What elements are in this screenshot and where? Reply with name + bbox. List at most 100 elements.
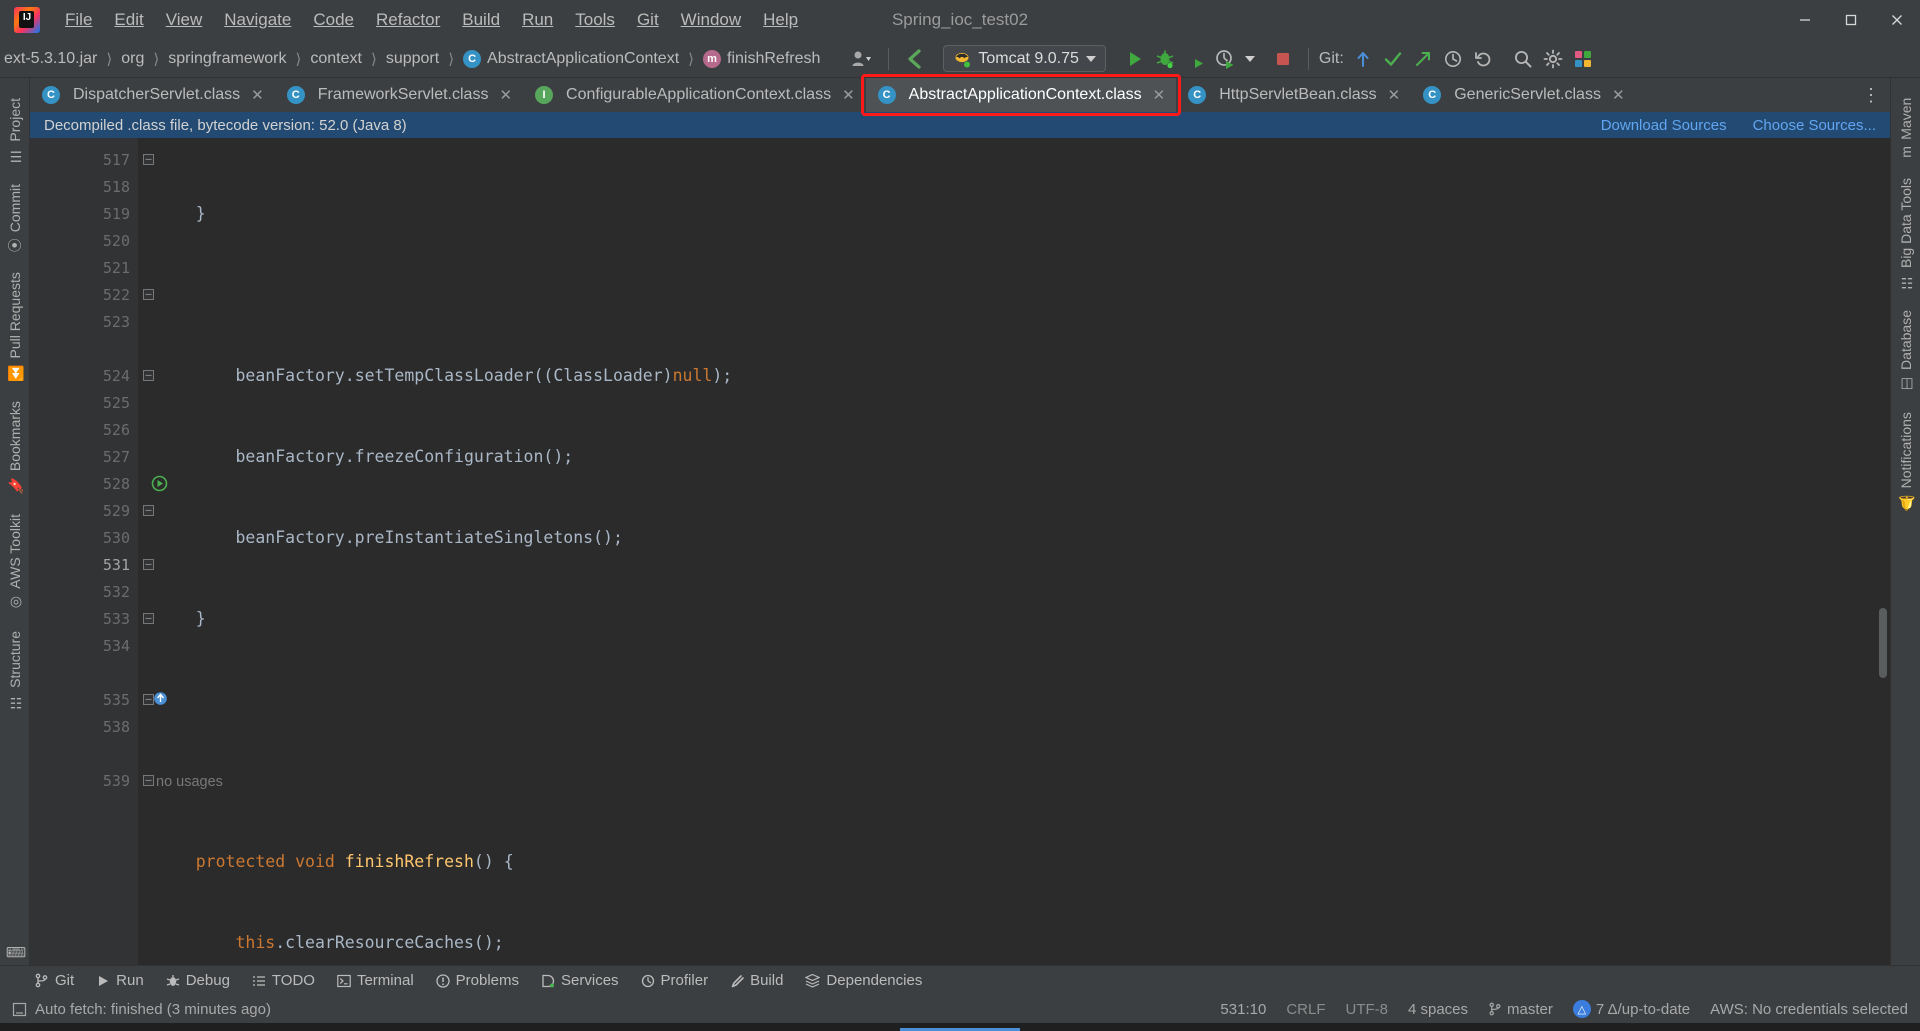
debug-button[interactable] [1150, 46, 1180, 72]
status-bar: Auto fetch: finished (3 minutes ago) 531… [0, 995, 1920, 1023]
tool-window-run[interactable]: Run [96, 972, 144, 989]
git-push-button[interactable] [1408, 46, 1438, 72]
profiler-dropdown-button[interactable] [1240, 53, 1260, 65]
download-sources-link[interactable]: Download Sources [1601, 117, 1727, 134]
menu-navigate[interactable]: Navigate [213, 6, 302, 34]
code-editor[interactable]: 517— 518 519 520 521 522— 523 524— 525 5… [30, 138, 1890, 965]
sidebar-item-database[interactable]: ◫ Database [1898, 310, 1914, 392]
menu-git[interactable]: Git [626, 6, 670, 34]
menu-tools[interactable]: Tools [564, 6, 626, 34]
tool-window-debug[interactable]: Debug [166, 972, 230, 989]
aws-credentials-widget[interactable]: AWS: No credentials selected [1710, 1001, 1908, 1018]
sidebar-item-structure[interactable]: ☷ Structure [7, 631, 23, 710]
tab-abstractapplicationcontext[interactable]: C AbstractApplicationContext.class ✕ [865, 78, 1177, 112]
code-line: beanFactory.preInstantiateSingletons(); [156, 528, 623, 547]
tool-window-todo[interactable]: TODO [252, 972, 315, 989]
menu-file[interactable]: File [54, 6, 103, 34]
ide-extras-button[interactable] [1568, 46, 1598, 72]
breadcrumb-springframework[interactable]: springframework [164, 48, 290, 70]
breadcrumb-context[interactable]: context [306, 48, 366, 70]
caret-position[interactable]: 531:10 [1220, 1001, 1266, 1018]
user-profile-button[interactable] [846, 46, 878, 72]
sidebar-item-project[interactable]: ☰ Project [7, 98, 23, 164]
menu-help[interactable]: Help [752, 6, 809, 34]
sidebar-item-commit[interactable]: ⦿ Commit [5, 184, 25, 252]
git-history-button[interactable] [1438, 46, 1468, 72]
breadcrumb-jar[interactable]: ext-5.3.10.jar [0, 48, 101, 70]
minimize-button[interactable] [1782, 0, 1828, 40]
tab-configurableapplicationcontext[interactable]: I ConfigurableApplicationContext.class ✕ [523, 78, 866, 112]
tool-window-run-label: Run [116, 972, 144, 989]
git-branch-widget[interactable]: master [1488, 1001, 1553, 1018]
menu-window[interactable]: Window [670, 6, 752, 34]
tab-httpservletbean[interactable]: C HttpServletBean.class ✕ [1176, 78, 1411, 112]
tool-window-build[interactable]: Build [730, 972, 783, 989]
tab-genericservlet[interactable]: C GenericServlet.class ✕ [1411, 78, 1635, 112]
tool-window-debug-label: Debug [185, 972, 230, 989]
profiler-icon [641, 974, 654, 987]
status-message[interactable]: Auto fetch: finished (3 minutes ago) [35, 1001, 271, 1018]
choose-sources-link[interactable]: Choose Sources... [1753, 117, 1876, 134]
tool-window-dependencies[interactable]: Dependencies [805, 972, 922, 989]
sidebar-item-maven[interactable]: m Maven [1898, 98, 1914, 158]
tool-window-terminal[interactable]: Terminal [337, 972, 414, 989]
tab-close-icon[interactable]: ✕ [1612, 86, 1625, 104]
tool-window-profiler[interactable]: Profiler [641, 972, 708, 989]
update-status-widget[interactable]: △ 7 Δ/up-to-date [1572, 1000, 1690, 1018]
run-configuration-selector[interactable]: Tomcat 9.0.75 [943, 45, 1106, 72]
file-encoding[interactable]: UTF-8 [1345, 1001, 1388, 1018]
search-everywhere-button[interactable] [1508, 46, 1538, 72]
line-separator[interactable]: CRLF [1286, 1001, 1325, 1018]
tab-frameworkservlet[interactable]: C FrameworkServlet.class ✕ [275, 78, 523, 112]
close-button[interactable] [1874, 0, 1920, 40]
breadcrumb-org[interactable]: org [117, 48, 148, 70]
maximize-button[interactable] [1828, 0, 1874, 40]
tab-close-icon[interactable]: ✕ [499, 86, 512, 104]
sidebar-item-aws-toolkit[interactable]: ◎ AWS Toolkit [7, 514, 23, 611]
tab-close-icon[interactable]: ✕ [1153, 86, 1166, 104]
tool-window-build-label: Build [750, 972, 784, 989]
sidebar-item-notifications[interactable]: 🔔 Notifications [1898, 412, 1914, 511]
stop-button[interactable] [1268, 46, 1298, 72]
event-log-icon[interactable] [12, 1002, 27, 1017]
editor-scrollbar[interactable] [1876, 138, 1890, 965]
breadcrumb-class[interactable]: C AbstractApplicationContext [459, 48, 683, 70]
settings-gear-button[interactable] [1538, 46, 1568, 72]
menu-edit[interactable]: Edit [103, 6, 154, 34]
sidebar-item-big-data-tools[interactable]: ☷ Big Data Tools [1898, 178, 1914, 290]
git-commit-button[interactable] [1378, 46, 1408, 72]
tab-dispatcherservlet[interactable]: C DispatcherServlet.class ✕ [30, 78, 275, 112]
tool-window-problems[interactable]: Problems [436, 972, 519, 989]
sidebar-item-bookmarks[interactable]: 🔖 Bookmarks [7, 401, 23, 494]
sidebar-item-pull-requests[interactable]: ⏫ Pull Requests [7, 272, 23, 381]
tab-close-icon[interactable]: ✕ [842, 86, 855, 104]
indent-setting[interactable]: 4 spaces [1408, 1001, 1468, 1018]
git-rollback-button[interactable] [1468, 46, 1498, 72]
usage-hint[interactable]: no usages [156, 774, 223, 790]
notifications-bell-icon: 🔔 [1897, 493, 1914, 512]
more-options-vertical-dots-icon[interactable]: ⋮ [1852, 78, 1890, 112]
run-with-coverage-button[interactable] [1180, 46, 1210, 72]
menu-items: File Edit View Navigate Code Refactor Bu… [54, 6, 809, 34]
run-button[interactable] [1120, 46, 1150, 72]
line-number: 532 [102, 582, 130, 601]
tool-window-services[interactable]: Services [541, 972, 619, 989]
tool-window-git[interactable]: Git [34, 972, 74, 989]
horizontal-scrollbar[interactable] [138, 956, 1876, 963]
breadcrumb-support[interactable]: support [382, 48, 443, 70]
menu-code[interactable]: Code [302, 6, 365, 34]
git-update-project-button[interactable] [1348, 46, 1378, 72]
tab-close-icon[interactable]: ✕ [251, 86, 264, 104]
breadcrumb-method[interactable]: m finishRefresh [699, 48, 824, 70]
vertical-scrollbar-thumb[interactable] [1879, 608, 1887, 678]
code-content[interactable]: } beanFactory.setTempClassLoader((ClassL… [138, 138, 1876, 965]
menu-view[interactable]: View [155, 6, 214, 34]
profiler-run-button[interactable] [1210, 46, 1240, 72]
back-arrow-button[interactable] [899, 45, 931, 73]
editor-gutter[interactable]: 517— 518 519 520 521 522— 523 524— 525 5… [30, 138, 168, 965]
tab-close-icon[interactable]: ✕ [1388, 86, 1401, 104]
menu-run[interactable]: Run [511, 6, 564, 34]
menu-build[interactable]: Build [451, 6, 511, 34]
menu-refactor[interactable]: Refactor [365, 6, 451, 34]
terminal-rail-icon[interactable]: ⌨ [7, 943, 23, 959]
